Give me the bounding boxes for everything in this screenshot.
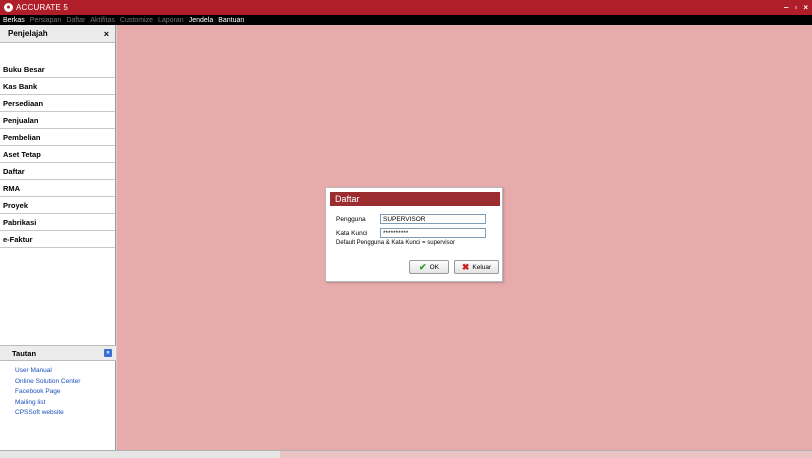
menu-bar: Berkas Persiapan Daftar Aktifitas Custom… (0, 15, 812, 25)
sidebar-item-penjualan[interactable]: Penjualan (0, 112, 115, 129)
sidebar-item-pembelian[interactable]: Pembelian (0, 129, 115, 146)
sidebar-item-proyek[interactable]: Proyek (0, 197, 115, 214)
menu-laporan[interactable]: Laporan (158, 17, 184, 24)
keluar-button[interactable]: ✖ Keluar (454, 260, 499, 274)
sidebar-item-persediaan[interactable]: Persediaan (0, 95, 115, 112)
login-dialog: Daftar Pengguna Kata Kunci Default Pengg… (325, 187, 503, 282)
link-cpssoft-website[interactable]: CPSSoft website (15, 408, 116, 419)
sidebar-header: Penjelajah × (0, 25, 115, 43)
default-credentials-hint: Default Pengguna & Kata Kunci = supervis… (336, 240, 455, 246)
menu-berkas[interactable]: Berkas (3, 17, 25, 24)
title-bar: ● ACCURATE 5 ‒ ▫ × (0, 0, 812, 15)
username-input[interactable] (380, 214, 486, 224)
sidebar-close-icon[interactable]: × (104, 29, 109, 39)
sidebar-item-rma[interactable]: RMA (0, 180, 115, 197)
sidebar-item-buku-besar[interactable]: Buku Besar (0, 61, 115, 78)
kata-kunci-label: Kata Kunci (336, 230, 368, 237)
app-logo-icon: ● (4, 3, 13, 12)
menu-aktifitas[interactable]: Aktifitas (90, 17, 115, 24)
tautan-links: User Manual Online Solution Center Faceb… (0, 366, 116, 419)
chevron-double-down-icon[interactable]: » (104, 349, 112, 357)
menu-daftar[interactable]: Daftar (66, 17, 85, 24)
menu-customize[interactable]: Customize (120, 17, 153, 24)
menu-jendela[interactable]: Jendela (189, 17, 214, 24)
ok-label: OK (429, 263, 439, 271)
link-mailing-list[interactable]: Mailing list (15, 398, 116, 409)
pengguna-label: Pengguna (336, 216, 366, 223)
status-segment (280, 451, 812, 458)
link-online-solution-center[interactable]: Online Solution Center (15, 377, 116, 388)
close-window-icon[interactable]: × (803, 3, 808, 12)
restore-icon[interactable]: ▫ (794, 3, 797, 12)
window-controls: ‒ ▫ × (784, 3, 812, 12)
window-title: ACCURATE 5 (16, 3, 69, 12)
dialog-title: Daftar (330, 192, 500, 206)
explorer-sidebar: Penjelajah × Buku Besar Kas Bank Persedi… (0, 25, 116, 450)
status-segment (0, 451, 280, 458)
password-input[interactable] (380, 228, 486, 238)
minimize-icon[interactable]: ‒ (784, 3, 788, 12)
link-facebook-page[interactable]: Facebook Page (15, 387, 116, 398)
menu-bantuan[interactable]: Bantuan (218, 17, 244, 24)
link-user-manual[interactable]: User Manual (15, 366, 116, 377)
tautan-title: Tautan (12, 348, 37, 358)
sidebar-item-pabrikasi[interactable]: Pabrikasi (0, 214, 115, 231)
ok-button[interactable]: ✔ OK (409, 260, 449, 274)
keluar-label: Keluar (472, 263, 492, 271)
sidebar-nav: Buku Besar Kas Bank Persediaan Penjualan… (0, 61, 115, 248)
close-icon: ✖ (461, 261, 470, 272)
status-bar (0, 450, 812, 458)
menu-persiapan[interactable]: Persiapan (30, 17, 62, 24)
checkmark-icon: ✔ (419, 261, 427, 272)
sidebar-item-kas-bank[interactable]: Kas Bank (0, 78, 115, 95)
sidebar-title: Penjelajah (8, 29, 48, 38)
sidebar-item-daftar[interactable]: Daftar (0, 163, 115, 180)
tautan-header[interactable]: Tautan » (0, 345, 116, 361)
sidebar-item-e-faktur[interactable]: e-Faktur (0, 231, 115, 248)
sidebar-item-aset-tetap[interactable]: Aset Tetap (0, 146, 115, 163)
